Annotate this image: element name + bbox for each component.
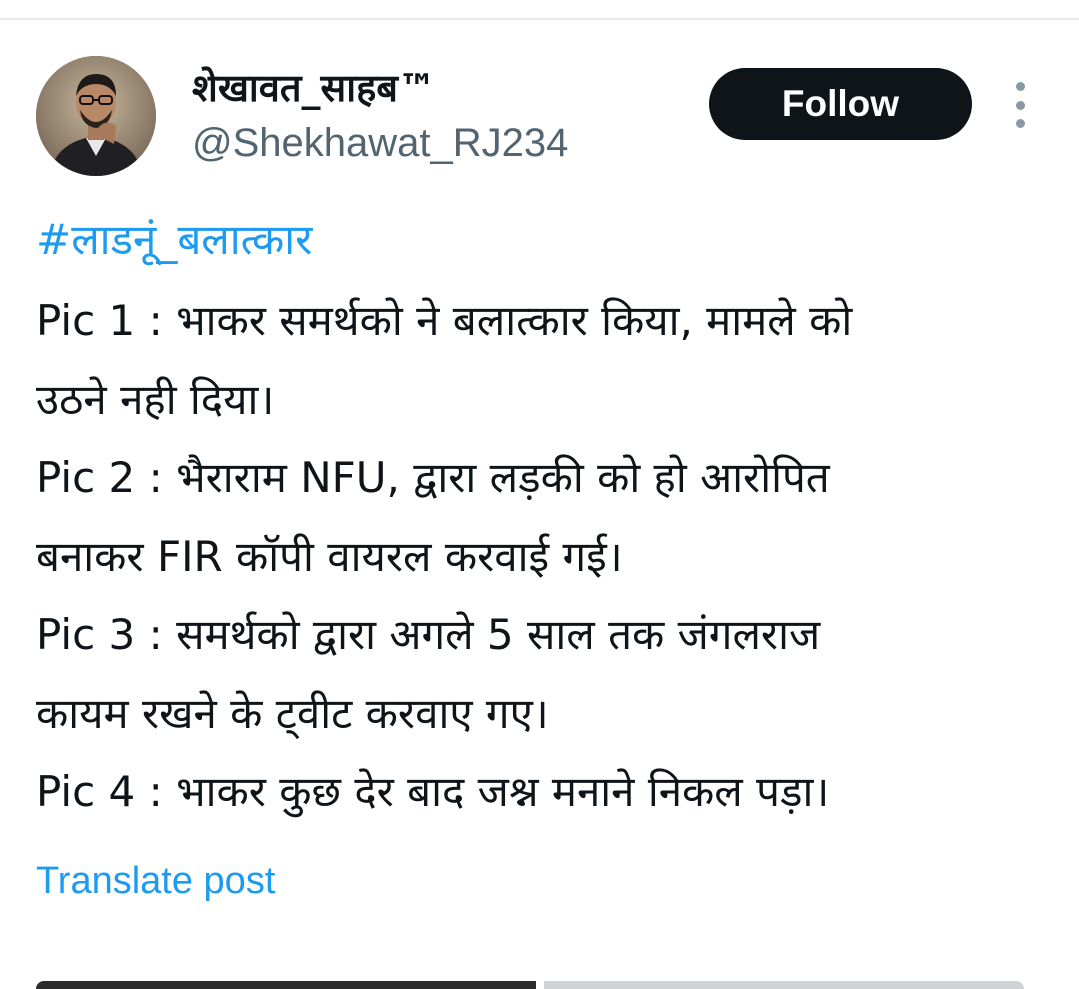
more-dot [1015,100,1025,110]
tweet-line: बनाकर FIR कॉपी वायरल करवाई गई। [36,531,623,581]
media-thumbnail[interactable] [36,981,536,989]
hashtag-link[interactable]: #लाडनूं_बलात्कार [36,210,312,270]
follow-button[interactable]: Follow [709,68,972,140]
author-display-name[interactable]: शेखावत_साहब™ [192,62,436,114]
top-divider [0,18,1079,20]
tweet-line: Pic 4 : भाकर कुछ देर बाद जश्न मनाने निकल… [36,767,830,816]
tweet-text: Pic 1 : भाकर समर्थको ने बलात्कार किया, म… [36,282,1046,832]
more-dot [1015,82,1025,91]
media-thumbnail[interactable] [544,981,1024,989]
author-handle[interactable]: @Shekhawat_RJ234 [192,118,568,168]
translate-post-link[interactable]: Translate post [36,858,275,904]
avatar[interactable] [36,56,156,176]
avatar-image [36,56,156,176]
more-vertical-icon[interactable] [1008,82,1032,128]
tweet-line: Pic 2 : भैराराम NFU, द्वारा लड़की को हो … [36,453,830,502]
more-dot [1015,119,1025,128]
tweet-line: कायम रखने के ट्वीट करवाए गए। [36,688,549,738]
tweet-line: Pic 3 : समर्थको द्वारा अगले 5 साल तक जंग… [36,610,821,659]
tweet-line: उठने नही दिया। [36,374,275,424]
tweet-line: Pic 1 : भाकर समर्थको ने बलात्कार किया, म… [36,296,853,345]
